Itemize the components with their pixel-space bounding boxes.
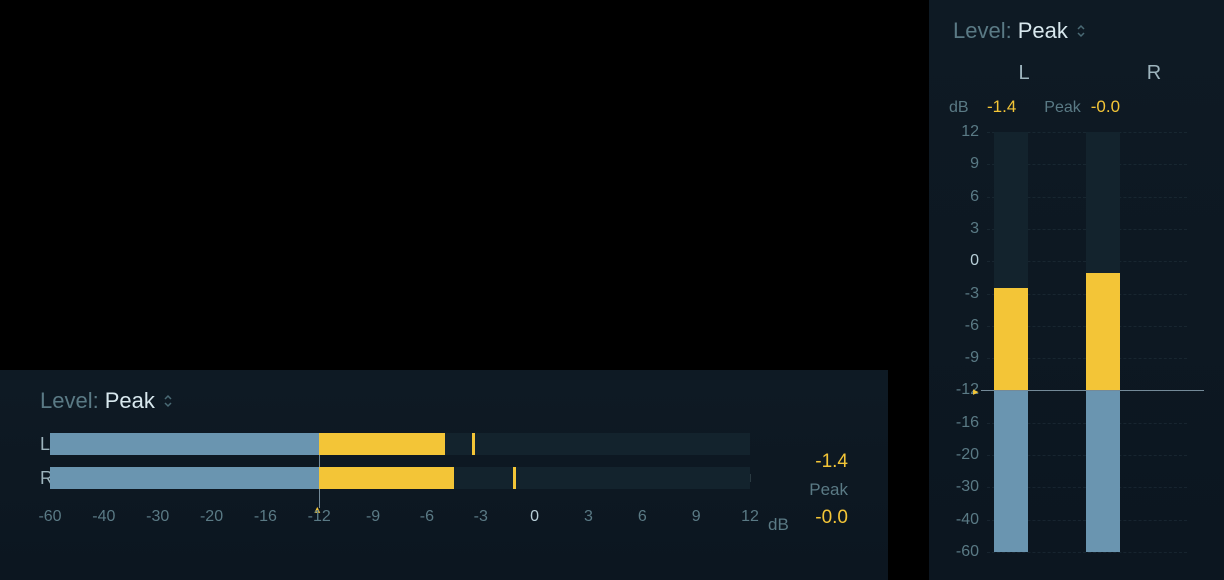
chevron-up-down-icon (163, 394, 173, 408)
h-scale-tick: -3 (474, 508, 488, 526)
meter-fill-blue-l (50, 433, 319, 455)
v-scale-tick: -40 (949, 511, 979, 529)
v-scale-tick: 0 (949, 252, 979, 270)
meter-track-r (50, 467, 750, 489)
h-scale-tick: -16 (254, 508, 277, 526)
v-channel-label-r: R (1119, 62, 1189, 85)
v-scale-tick: -16 (949, 414, 979, 432)
v-peak-label: Peak (1044, 99, 1080, 117)
v-scale-tick: -9 (949, 349, 979, 367)
h-scale-tick: 6 (638, 508, 647, 526)
v-channel-label-l: L (989, 62, 1059, 85)
vertical-readouts: dB -1.4 Peak -0.0 (929, 97, 1224, 117)
vertical-bars (994, 132, 1120, 552)
h-scale-tick: -20 (200, 508, 223, 526)
level-label-v: Level: (953, 18, 1012, 44)
level-label: Level: (40, 388, 99, 414)
v-scale-tick: 3 (949, 220, 979, 238)
v-scale-tick: 9 (949, 155, 979, 173)
vertical-meter-area: 129630-3-6-9-12-16-20-30-40-60 ▸ (929, 132, 1224, 552)
meter-fill-yellow-l (319, 433, 445, 455)
readout-l-value: -1.4 (788, 448, 848, 476)
h-scale-tick: -9 (366, 508, 380, 526)
horizontal-db-label: dB (768, 515, 789, 535)
meter-row-right: R (0, 466, 888, 490)
v-bar-r (1086, 132, 1120, 552)
readout-peak-label: Peak (788, 476, 848, 504)
v-bar-blue-l (994, 390, 1028, 552)
meter-row-left: L (0, 432, 888, 456)
v-bar-yellow-l (994, 288, 1028, 390)
level-mode-value-v: Peak (1018, 18, 1068, 44)
v-bar-yellow-r (1086, 273, 1120, 390)
horizontal-readout-column: -1.4 Peak -0.0 (788, 448, 848, 532)
h-scale-tick: 9 (692, 508, 701, 526)
v-bar-blue-r (1086, 390, 1120, 552)
v-bar-l (994, 132, 1028, 552)
v-scale-tick: 6 (949, 188, 979, 206)
h-scale-tick: 3 (584, 508, 593, 526)
channel-label-r: R (0, 468, 50, 489)
v-db-label: dB (949, 99, 977, 117)
meter-track-l (50, 433, 750, 455)
level-mode-dropdown[interactable]: Level: Peak (0, 370, 888, 414)
v-scale-tick: -30 (949, 478, 979, 496)
h-scale-tick: -12 (308, 508, 331, 526)
vertical-channel-labels: L R (929, 62, 1224, 85)
meter-fill-yellow-r (319, 467, 454, 489)
meter-peak-mark-l (472, 433, 475, 455)
v-scale-tick: -60 (949, 543, 979, 561)
v-peak-value: -0.0 (1091, 97, 1120, 117)
horizontal-scale: -60-40-30-20-16-12-9-6-3036912 (50, 500, 750, 530)
readout-r-value: -0.0 (788, 504, 848, 532)
v-scale-tick: 12 (949, 123, 979, 141)
meter-fill-blue-r (50, 467, 319, 489)
v-scale-tick: -6 (949, 317, 979, 335)
h-scale-tick: -6 (420, 508, 434, 526)
meter-peak-mark-r (513, 467, 516, 489)
level-mode-dropdown-v[interactable]: Level: Peak (929, 0, 1224, 44)
h-scale-tick: -30 (146, 508, 169, 526)
h-scale-tick: 0 (530, 508, 539, 526)
horizontal-meter-panel: Level: Peak ▴ L R -1.4 Peak (0, 370, 888, 580)
vertical-meter-panel: Level: Peak L R dB -1.4 Peak -0.0 12 9 6 3 0… (929, 0, 1224, 580)
h-scale-tick: -60 (38, 508, 61, 526)
channel-label-l: L (0, 434, 50, 455)
level-mode-value: Peak (105, 388, 155, 414)
v-scale-tick: -12 (949, 381, 979, 399)
v-scale-tick: -3 (949, 285, 979, 303)
v-scale-tick: -20 (949, 446, 979, 464)
v-db-value: -1.4 (987, 97, 1016, 117)
chevron-up-down-icon-v (1076, 24, 1086, 38)
h-scale-tick: -40 (92, 508, 115, 526)
h-scale-tick: 12 (741, 508, 759, 526)
